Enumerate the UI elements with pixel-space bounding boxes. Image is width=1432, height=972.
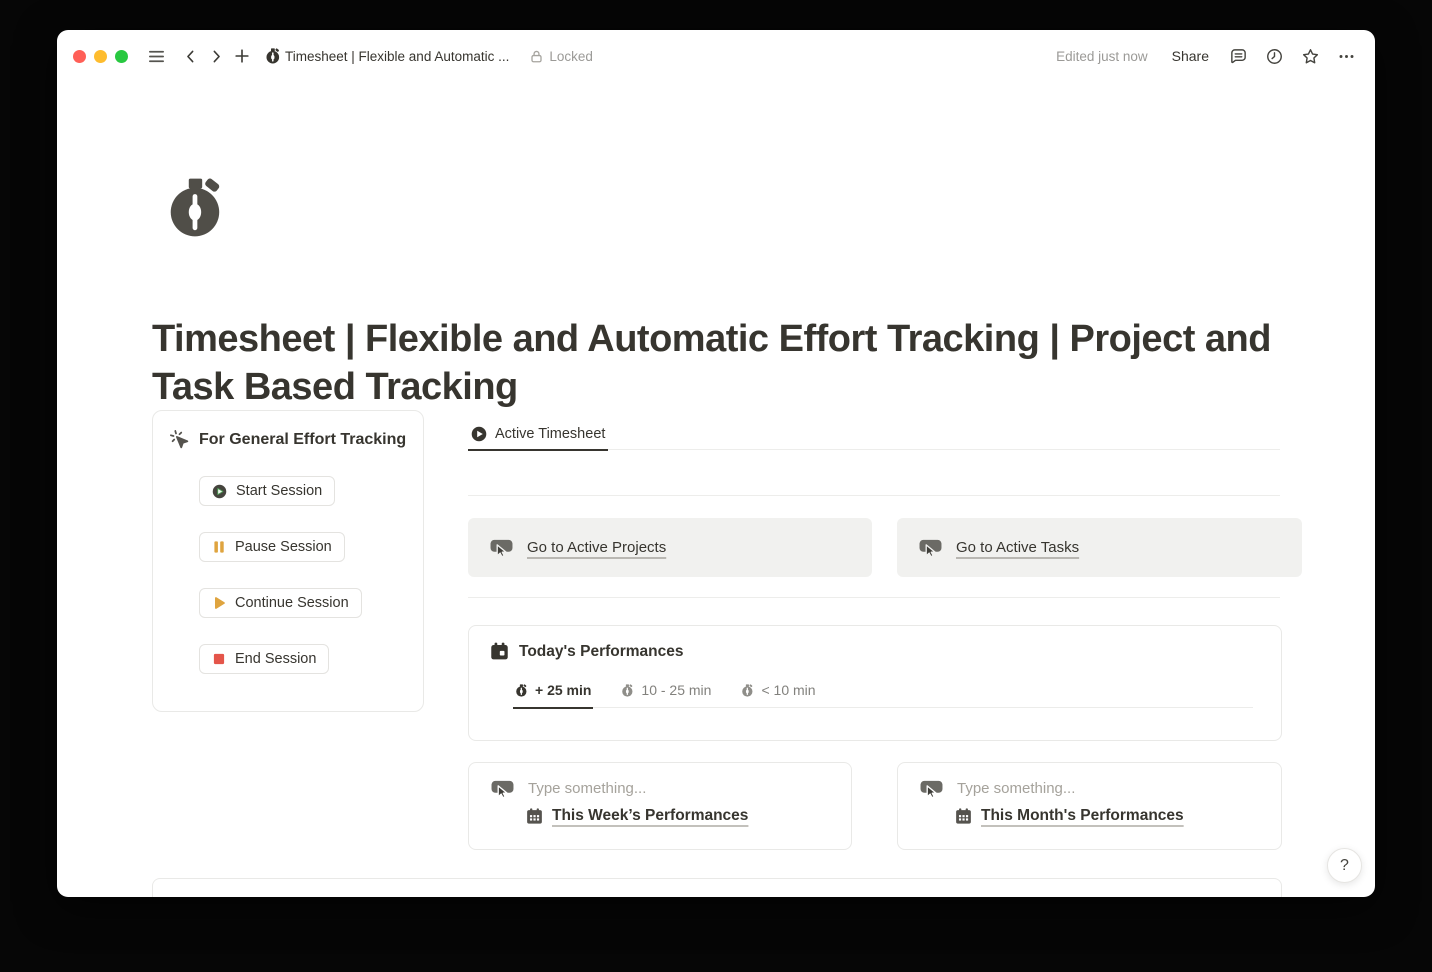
type-something-placeholder[interactable]: Type something... xyxy=(957,780,1075,797)
locked-status[interactable]: Locked xyxy=(529,49,593,64)
notion-window: Timesheet | Flexible and Automatic ... L… xyxy=(57,30,1375,897)
type-something-placeholder[interactable]: Type something... xyxy=(528,780,646,797)
titlebar: Timesheet | Flexible and Automatic ... L… xyxy=(57,30,1375,82)
divider xyxy=(468,495,1280,496)
button-click-icon xyxy=(490,537,513,558)
this-months-performances-link[interactable]: This Month's Performances xyxy=(981,807,1184,825)
divider xyxy=(468,597,1280,598)
tab-plus-25-min-label: + 25 min xyxy=(535,682,591,698)
lock-icon xyxy=(529,49,544,64)
locked-label: Locked xyxy=(549,49,593,64)
calendar-grid-icon xyxy=(526,808,543,825)
timesheet-tab-bar: Active Timesheet xyxy=(468,418,1280,450)
month-link-row[interactable]: This Month's Performances xyxy=(955,807,1184,825)
tab-under-10-min-label: < 10 min xyxy=(761,682,815,698)
pause-icon xyxy=(212,540,226,554)
button-click-icon xyxy=(920,778,943,799)
desktop-background: Timesheet | Flexible and Automatic ... L… xyxy=(0,0,1432,972)
stop-icon xyxy=(212,652,226,666)
close-window-button[interactable] xyxy=(73,50,86,63)
sidebar-toggle-icon[interactable] xyxy=(143,43,169,69)
button-click-icon xyxy=(919,537,942,558)
general-card-title: For General Effort Tracking xyxy=(199,431,406,449)
tab-10-25-min[interactable]: 10 - 25 min xyxy=(619,673,713,707)
calendar-grid-icon xyxy=(955,808,972,825)
monthly-performances-card: Type something... This Month's Performan… xyxy=(897,762,1282,850)
this-weeks-performances-link[interactable]: This Week’s Performances xyxy=(552,807,748,825)
go-to-active-tasks-link[interactable]: Go to Active Tasks xyxy=(956,539,1079,556)
tab-active-timesheet[interactable]: Active Timesheet xyxy=(468,418,608,451)
continue-session-button[interactable]: Continue Session xyxy=(199,588,362,618)
next-section-partial-card xyxy=(152,878,1282,897)
play-icon xyxy=(212,596,226,610)
stopwatch-icon xyxy=(621,684,634,697)
history-icon[interactable] xyxy=(1261,43,1287,69)
favorite-star-icon[interactable] xyxy=(1297,43,1323,69)
tab-plus-25-min[interactable]: + 25 min xyxy=(513,673,593,709)
edited-status: Edited just now xyxy=(1056,49,1148,64)
stopwatch-icon xyxy=(741,684,754,697)
tab-under-10-min[interactable]: < 10 min xyxy=(739,673,817,707)
titlebar-actions: Edited just now Share xyxy=(1056,43,1359,69)
pause-session-button[interactable]: Pause Session xyxy=(199,532,345,562)
todays-performances-header: Today's Performances xyxy=(490,642,684,661)
doc-title: Timesheet | Flexible and Automatic ... xyxy=(285,49,509,64)
duration-tab-bar: + 25 min 10 - 25 min xyxy=(513,673,1253,708)
forward-icon[interactable] xyxy=(203,43,229,69)
start-session-label: Start Session xyxy=(236,483,322,499)
doc-stopwatch-icon xyxy=(265,48,281,64)
pause-session-label: Pause Session xyxy=(235,539,332,555)
cursor-click-icon xyxy=(169,429,190,450)
stopwatch-icon xyxy=(515,684,528,697)
card-input-row: Type something... xyxy=(491,778,646,799)
tab-active-timesheet-label: Active Timesheet xyxy=(495,426,605,442)
new-tab-icon[interactable] xyxy=(229,43,255,69)
general-effort-card: For General Effort Tracking Start Sessio… xyxy=(152,410,424,712)
go-to-active-projects-link[interactable]: Go to Active Projects xyxy=(527,539,666,556)
doc-tab[interactable]: Timesheet | Flexible and Automatic ... xyxy=(265,48,515,64)
general-card-header: For General Effort Tracking xyxy=(169,429,406,450)
end-session-label: End Session xyxy=(235,651,316,667)
end-session-button[interactable]: End Session xyxy=(199,644,329,674)
page-stopwatch-icon[interactable] xyxy=(163,174,229,240)
todays-performances-title: Today's Performances xyxy=(519,643,684,661)
back-icon[interactable] xyxy=(177,43,203,69)
zoom-window-button[interactable] xyxy=(115,50,128,63)
weekly-performances-card: Type something... This Week’s Performanc… xyxy=(468,762,852,850)
go-to-active-tasks-block[interactable]: Go to Active Tasks xyxy=(897,518,1302,577)
go-to-active-projects-block[interactable]: Go to Active Projects xyxy=(468,518,872,577)
continue-session-label: Continue Session xyxy=(235,595,349,611)
minimize-window-button[interactable] xyxy=(94,50,107,63)
page-title[interactable]: Timesheet | Flexible and Automatic Effor… xyxy=(152,315,1322,411)
tab-10-25-min-label: 10 - 25 min xyxy=(641,682,711,698)
comments-icon[interactable] xyxy=(1225,43,1251,69)
card-input-row: Type something... xyxy=(920,778,1075,799)
play-circle-icon xyxy=(212,484,227,499)
calendar-icon xyxy=(490,642,509,661)
start-session-button[interactable]: Start Session xyxy=(199,476,335,506)
button-click-icon xyxy=(491,778,514,799)
week-link-row[interactable]: This Week’s Performances xyxy=(526,807,748,825)
play-circle-icon xyxy=(471,426,487,442)
help-button[interactable]: ? xyxy=(1327,848,1362,883)
todays-performances-card: Today's Performances + 25 min xyxy=(468,625,1282,741)
share-button[interactable]: Share xyxy=(1166,44,1215,68)
traffic-lights xyxy=(73,50,128,63)
more-options-icon[interactable] xyxy=(1333,43,1359,69)
